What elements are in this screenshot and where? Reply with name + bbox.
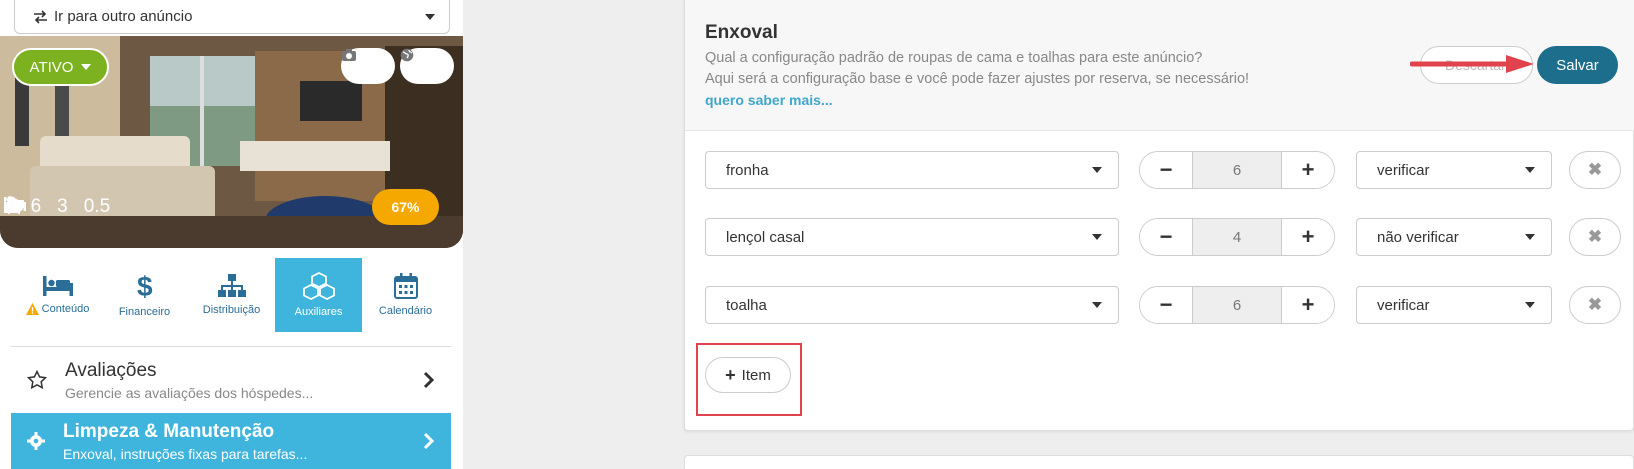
- chevron-down-icon: [425, 13, 435, 20]
- beds-stat: 3: [4, 196, 68, 218]
- verification-select[interactable]: verificar: [1356, 286, 1552, 324]
- quantity-value[interactable]: 6: [1192, 152, 1282, 188]
- card-description: Qual a configuração padrão de roupas de …: [705, 50, 1250, 87]
- cubes-icon: [302, 272, 335, 300]
- card-title: Enxoval: [705, 22, 778, 43]
- increment-button[interactable]: +: [1282, 219, 1334, 255]
- close-icon: ✖: [1587, 295, 1603, 314]
- linen-item-row: fronha − 6 + verificar ✖: [705, 151, 1621, 189]
- chevron-down-icon: [81, 64, 92, 70]
- quantity-value[interactable]: 4: [1192, 219, 1282, 255]
- goto-listing-label: Ir para outro anúncio: [54, 8, 193, 25]
- tab-distribuicao[interactable]: Distribuição: [188, 258, 275, 332]
- decrement-button[interactable]: −: [1140, 287, 1192, 323]
- arrow-annotation: [1410, 55, 1534, 73]
- menu-item-title: Limpeza & Manutenção: [63, 420, 275, 442]
- linen-item-row: lençol casal − 4 + não verificar ✖: [705, 218, 1621, 256]
- close-icon: ✖: [1587, 227, 1603, 246]
- menu-item-title: Avaliações: [65, 359, 157, 381]
- chevron-down-icon: [1525, 167, 1535, 173]
- dollar-icon: $: [137, 272, 153, 300]
- decrement-button[interactable]: −: [1140, 219, 1192, 255]
- linen-item-row: toalha − 6 + verificar ✖: [705, 286, 1621, 324]
- item-type-select[interactable]: lençol casal: [705, 218, 1119, 256]
- chevron-down-icon: [1092, 234, 1102, 240]
- completion-badge[interactable]: 67%: [372, 189, 439, 225]
- warning-icon: [25, 303, 39, 315]
- chevron-down-icon: [1092, 302, 1102, 308]
- card-header: Enxoval Qual a configuração padrão de ro…: [685, 0, 1634, 131]
- tab-calendario[interactable]: Calendário: [362, 258, 449, 332]
- gear-icon: [27, 432, 45, 450]
- item-type-select[interactable]: fronha: [705, 151, 1119, 189]
- divider: [11, 346, 451, 347]
- menu-item-subtitle: Gerencie as avaliações dos hóspedes...: [65, 384, 314, 401]
- website-button[interactable]: [400, 48, 454, 84]
- enxoval-card: Enxoval Qual a configuração padrão de ro…: [684, 0, 1634, 431]
- bed-icon: [42, 276, 73, 296]
- increment-button[interactable]: +: [1282, 152, 1334, 188]
- next-card: [684, 455, 1634, 469]
- close-icon: ✖: [1587, 160, 1603, 179]
- bath-icon: [6, 196, 23, 214]
- status-dropdown-button[interactable]: ATIVO: [12, 48, 109, 86]
- camera-icon: [342, 49, 356, 61]
- chevron-down-icon: [1525, 302, 1535, 308]
- remove-item-button[interactable]: ✖: [1569, 218, 1621, 256]
- decrement-button[interactable]: −: [1140, 152, 1192, 188]
- quantity-stepper: − 6 +: [1139, 151, 1335, 189]
- learn-more-link[interactable]: quero saber mais...: [705, 92, 833, 108]
- listing-photo: ATIVO 2: [0, 36, 463, 248]
- goto-listing-select[interactable]: Ir para outro anúncio: [14, 0, 450, 34]
- plus-icon: +: [725, 364, 736, 385]
- quantity-stepper: − 6 +: [1139, 286, 1335, 324]
- listing-tabs: Conteúdo $ Financeiro Distribuição Auxil…: [14, 258, 451, 332]
- add-item-button[interactable]: + Item: [705, 357, 791, 393]
- swap-icon: [34, 9, 47, 24]
- globe-icon: [400, 48, 414, 62]
- quantity-value[interactable]: 6: [1192, 287, 1282, 323]
- photos-button[interactable]: [341, 48, 395, 84]
- status-label: ATIVO: [29, 58, 74, 76]
- svg-text:$: $: [137, 272, 153, 300]
- chevron-right-icon: [423, 432, 435, 450]
- chevron-down-icon: [1092, 167, 1102, 173]
- sitemap-icon: [217, 274, 246, 297]
- increment-button[interactable]: +: [1282, 287, 1334, 323]
- baths-stat: 0.5: [6, 196, 110, 218]
- quantity-stepper: − 4 +: [1139, 218, 1335, 256]
- remove-item-button[interactable]: ✖: [1569, 286, 1621, 324]
- menu-item-subtitle: Enxoval, instruções fixas para tarefas..…: [63, 445, 308, 462]
- verification-select[interactable]: verificar: [1356, 151, 1552, 189]
- listing-panel: Ir para outro anúncio ATIVO 6 3 0.5 67% …: [0, 0, 463, 469]
- tab-financeiro[interactable]: $ Financeiro: [101, 258, 188, 332]
- menu-item-limpeza[interactable]: Limpeza & Manutenção Enxoval, instruções…: [11, 413, 451, 469]
- tab-auxiliares[interactable]: Auxiliares: [275, 258, 362, 332]
- menu-item-avaliacoes[interactable]: Avaliações Gerencie as avaliações dos hó…: [11, 356, 451, 404]
- star-icon: [27, 370, 47, 390]
- chevron-down-icon: [1525, 234, 1535, 240]
- save-button[interactable]: Salvar: [1537, 46, 1618, 84]
- tab-conteudo[interactable]: Conteúdo: [14, 258, 101, 332]
- listing-stats: 2 6 3 0.5: [4, 196, 110, 218]
- item-type-select[interactable]: toalha: [705, 286, 1119, 324]
- guests-stat: 6: [4, 196, 41, 218]
- calendar-icon: [393, 273, 418, 299]
- chevron-right-icon: [423, 371, 435, 389]
- remove-item-button[interactable]: ✖: [1569, 151, 1621, 189]
- verification-select[interactable]: não verificar: [1356, 218, 1552, 256]
